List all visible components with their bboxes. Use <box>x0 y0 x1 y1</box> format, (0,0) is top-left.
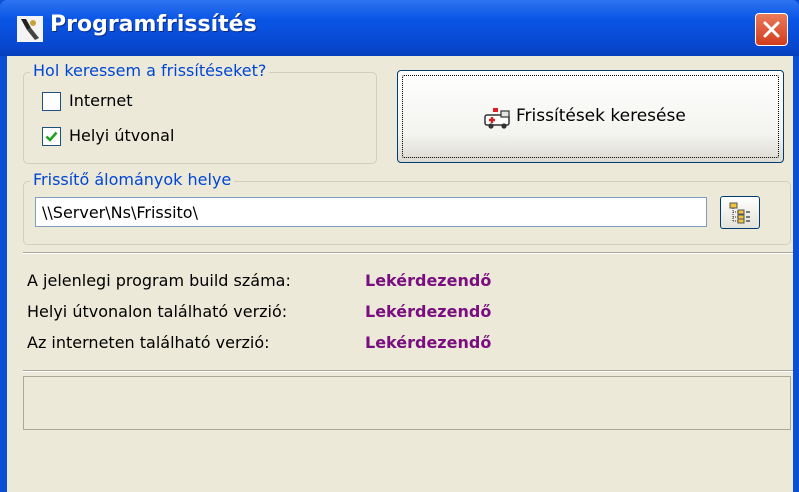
local-path-checkbox-label: Helyi útvonal <box>69 126 175 145</box>
internet-version-label: Az interneten található verzió: <box>27 333 270 352</box>
local-path-checkbox[interactable] <box>42 127 61 146</box>
build-number-label: A jelenlegi program build száma: <box>27 271 291 290</box>
app-icon <box>17 16 43 42</box>
search-updates-button[interactable]: Frissítések keresése <box>397 70 784 163</box>
window-title: Programfrissítés <box>50 12 257 37</box>
checkbox-internet[interactable]: Internet <box>42 91 192 114</box>
ambulance-icon <box>484 108 510 129</box>
search-source-legend: Hol keressem a frissítéseket? <box>30 61 270 80</box>
location-legend: Frissítő álományok helye <box>30 170 235 189</box>
search-source-group: Hol keressem a frissítéseket? Internet H… <box>23 61 377 164</box>
internet-checkbox[interactable] <box>42 92 61 111</box>
checkmark-icon <box>45 131 58 142</box>
close-icon <box>763 21 780 38</box>
checkbox-local-path[interactable]: Helyi útvonal <box>42 126 222 149</box>
browse-folder-button[interactable] <box>720 196 760 229</box>
close-button[interactable] <box>755 13 788 46</box>
local-version-value: Lekérdezendő <box>365 302 492 321</box>
separator-top <box>23 252 793 254</box>
folder-tree-icon <box>729 202 750 224</box>
build-number-value: Lekérdezendő <box>365 271 492 290</box>
update-path-input[interactable] <box>35 197 707 227</box>
status-bar <box>23 376 791 430</box>
local-version-label: Helyi útvonalon található verzió: <box>27 302 288 321</box>
internet-version-value: Lekérdezendő <box>365 333 492 352</box>
search-updates-label: Frissítések keresése <box>516 106 686 126</box>
dialog-body: Hol keressem a frissítéseket? Internet H… <box>7 56 793 492</box>
internet-checkbox-label: Internet <box>69 91 133 110</box>
separator-bottom <box>23 370 793 372</box>
update-window: Programfrissítés Hol keressem a frissíté… <box>0 0 799 492</box>
title-bar[interactable]: Programfrissítés <box>0 0 799 56</box>
